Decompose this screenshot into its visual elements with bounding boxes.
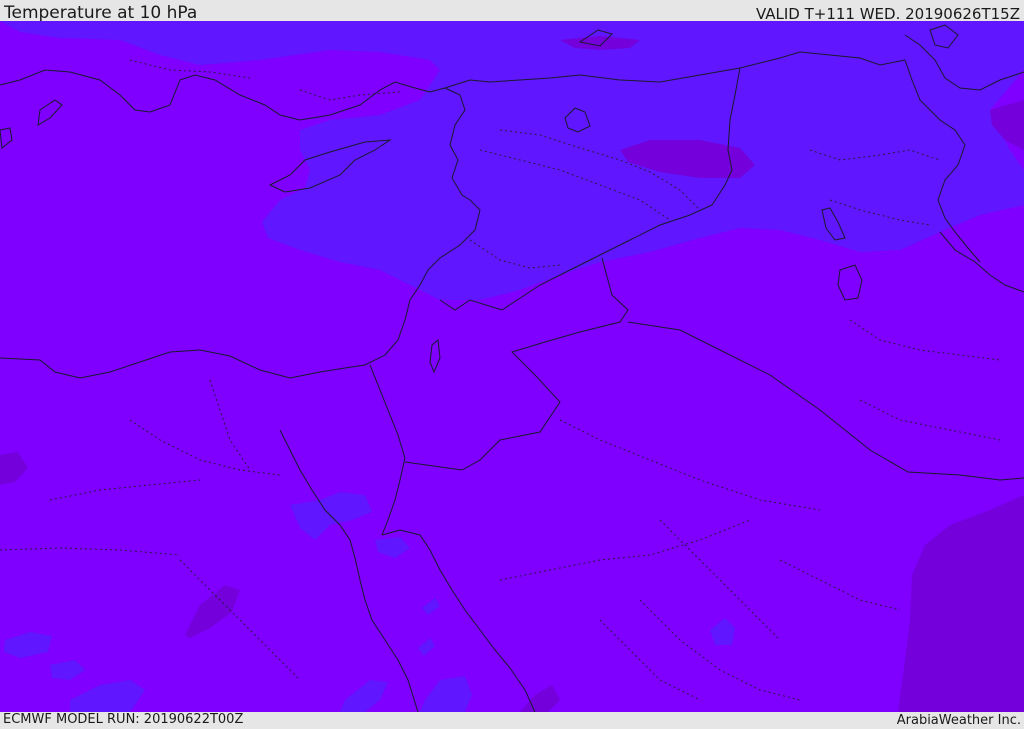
credit-label: ArabiaWeather Inc. bbox=[896, 713, 1021, 728]
header-bar: Temperature at 10 hPa VALID T+111 WED. 2… bbox=[0, 0, 1024, 23]
map-area[interactable] bbox=[0, 21, 1024, 712]
map-figure: Temperature at 10 hPa VALID T+111 WED. 2… bbox=[0, 0, 1024, 729]
map-svg bbox=[0, 21, 1024, 712]
model-run-label: ECMWF MODEL RUN: 20190622T00Z bbox=[3, 712, 244, 727]
map-title: Temperature at 10 hPa bbox=[4, 3, 198, 23]
footer-bar: ECMWF MODEL RUN: 20190622T00Z ArabiaWeat… bbox=[0, 712, 1024, 729]
